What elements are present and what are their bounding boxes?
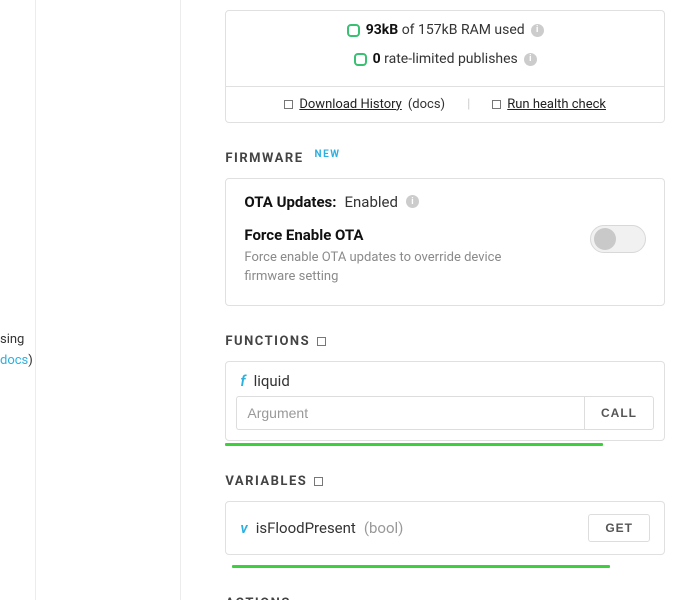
get-button[interactable]: GET xyxy=(588,514,650,542)
checkbox-icon xyxy=(492,100,501,109)
sidebar-item-label[interactable]: sing xyxy=(0,332,24,347)
variable-name: isFloodPresent xyxy=(256,519,356,537)
ram-total: 157kB xyxy=(418,22,457,38)
info-icon[interactable]: i xyxy=(406,195,419,208)
ram-of: of xyxy=(402,22,415,38)
section-label-text: VARIABLES xyxy=(225,474,307,489)
docs-link[interactable]: docs xyxy=(412,97,440,112)
function-name: liquid xyxy=(254,372,290,390)
section-functions-label: FUNCTIONS xyxy=(225,334,665,349)
sidebar-docs-link[interactable]: docs xyxy=(0,353,28,368)
sidebar-fragment: sing docs) xyxy=(0,0,36,600)
function-symbol-icon: f xyxy=(240,372,245,390)
progress-bar xyxy=(225,443,603,446)
variable-symbol-icon: v xyxy=(240,519,247,537)
section-label-text: FIRMWARE xyxy=(225,151,303,166)
ota-updates-title: OTA Updates: xyxy=(244,193,336,211)
checkbox-icon xyxy=(284,100,293,109)
info-icon[interactable]: i xyxy=(531,24,544,37)
main-content: 93kB of 157kB RAM used i 0 rate-limited … xyxy=(181,0,675,600)
device-status-panel: 93kB of 157kB RAM used i 0 rate-limited … xyxy=(225,10,665,123)
panel-footer: Download History (docs) | Run health che… xyxy=(226,86,664,122)
toggle-knob xyxy=(594,228,616,250)
footer-divider: | xyxy=(467,97,470,112)
section-label-text: ACTIONS xyxy=(225,596,290,600)
variable-panel: v isFloodPresent (bool) GET xyxy=(225,501,665,555)
ring-icon xyxy=(354,53,367,66)
section-variables-label: VARIABLES xyxy=(225,474,665,489)
close-paren: ) xyxy=(28,353,33,368)
function-panel: f liquid CALL xyxy=(225,361,665,441)
new-badge: NEW xyxy=(315,149,341,160)
ram-used-value: 93kB xyxy=(366,22,398,38)
force-ota-desc: Force enable OTA updates to override dev… xyxy=(244,248,544,287)
rate-suffix: rate-limited publishes xyxy=(384,51,518,67)
section-firmware-label: FIRMWARE NEW xyxy=(225,151,665,166)
call-button[interactable]: CALL xyxy=(584,396,654,430)
download-history-link[interactable]: Download History xyxy=(299,97,401,112)
checkbox-icon xyxy=(317,337,326,346)
function-argument-input[interactable] xyxy=(236,396,584,430)
progress-bar xyxy=(232,565,610,568)
force-ota-title: Force Enable OTA xyxy=(244,226,363,244)
variable-type: (bool) xyxy=(364,519,404,537)
section-label-text: FUNCTIONS xyxy=(225,334,310,349)
ram-row: 93kB of 157kB RAM used i xyxy=(347,17,544,44)
docs-paren: (docs) xyxy=(408,97,445,112)
ring-icon xyxy=(347,24,360,37)
firmware-panel: OTA Updates: Enabled i Force Enable OTA … xyxy=(225,178,665,306)
section-actions-label: ACTIONS xyxy=(225,596,665,600)
force-ota-toggle[interactable] xyxy=(590,225,646,253)
info-icon[interactable]: i xyxy=(524,53,537,66)
ota-updates-value: Enabled xyxy=(344,193,397,211)
rate-row: 0 rate-limited publishes i xyxy=(354,46,537,73)
checkbox-icon xyxy=(314,477,323,486)
rate-count: 0 xyxy=(373,51,381,67)
ram-suffix: RAM used xyxy=(461,22,525,38)
health-check-link[interactable]: Run health check xyxy=(507,97,606,112)
